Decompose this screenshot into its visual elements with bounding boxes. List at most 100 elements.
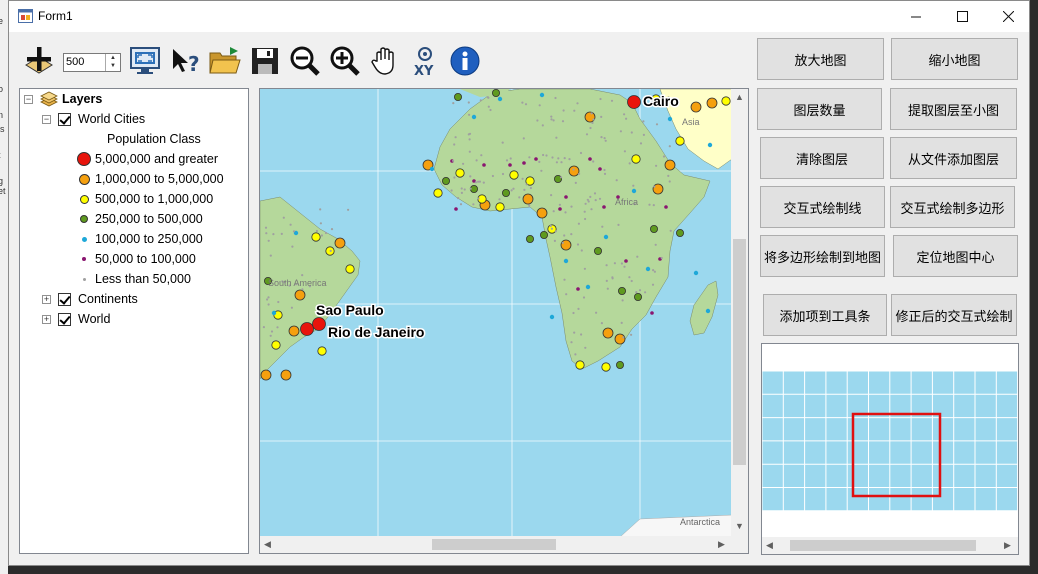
zoom-in-icon[interactable] [327, 43, 363, 79]
add-to-toolbar-button[interactable]: 添加项到工具条 [763, 294, 887, 336]
city-point [267, 239, 270, 242]
city-point [560, 176, 563, 179]
city-point [613, 262, 616, 265]
minimize-button[interactable] [893, 1, 939, 32]
legend-item: Less than 50,000 [76, 270, 191, 288]
add-layer-from-file-button[interactable]: 从文件添加图层 [890, 137, 1017, 179]
city-point [491, 89, 500, 97]
scroll-right-icon[interactable]: ▶ [718, 539, 725, 550]
save-icon[interactable] [247, 43, 283, 79]
whats-this-icon[interactable]: ? [167, 43, 203, 79]
city-point [636, 255, 639, 258]
layer-checkbox[interactable] [58, 292, 71, 306]
goto-xy-icon[interactable]: XY [407, 43, 443, 79]
overview-map[interactable]: ◀ ▶ [761, 343, 1019, 555]
map-vertical-scrollbar[interactable]: ▲ ▼ [731, 89, 748, 537]
city-point [536, 119, 539, 122]
city-point [554, 230, 557, 233]
city-point [433, 188, 443, 198]
city-point [570, 341, 573, 344]
city-point [472, 203, 475, 206]
scroll-down-icon[interactable]: ▼ [735, 521, 744, 531]
horizontal-scroll-thumb[interactable] [432, 539, 556, 550]
vertical-scroll-thumb[interactable] [733, 239, 746, 465]
city-point [271, 310, 277, 316]
overview-horizontal-scrollbar[interactable]: ◀ ▶ [762, 537, 1018, 554]
city-point [627, 95, 641, 109]
add-data-icon[interactable] [21, 43, 57, 79]
city-point [654, 243, 657, 246]
zoom-in-map-button[interactable]: 放大地图 [757, 38, 884, 80]
identify-icon[interactable] [447, 43, 483, 79]
draw-polygon-button[interactable]: 交互式绘制多边形 [890, 186, 1015, 228]
city-point [635, 291, 638, 294]
city-point [453, 143, 456, 146]
polygon-to-map-button[interactable]: 将多边形绘制到地图 [760, 235, 885, 277]
expand-icon[interactable]: + [42, 294, 51, 304]
zoom-spinner[interactable]: ▲ ▼ [105, 54, 120, 71]
city-point [668, 145, 671, 148]
map-canvas[interactable]: Africa Asia South America Antarctica Cai… [260, 89, 732, 537]
center-map-button[interactable]: 定位地图中心 [893, 235, 1018, 277]
city-point [498, 198, 501, 201]
zoom-out-map-button[interactable]: 缩小地图 [891, 38, 1018, 80]
city-point [264, 226, 268, 229]
overview-canvas[interactable] [762, 371, 1018, 511]
city-point [630, 333, 633, 336]
collapse-icon[interactable]: − [24, 94, 33, 104]
city-point [269, 254, 272, 257]
toc-layer-world-cities[interactable]: − World Cities [42, 110, 145, 128]
city-point [577, 307, 580, 310]
map-toolbar: 500 ▲ ▼ ? XY [9, 37, 489, 85]
extract-layer-button[interactable]: 提取图层至小图 [890, 88, 1017, 130]
toc-root-layers[interactable]: − Layers [24, 90, 102, 108]
table-of-contents: − Layers − World Cities Population Class… [19, 88, 249, 554]
overview-scroll-thumb[interactable] [790, 540, 976, 551]
scroll-up-icon[interactable]: ▲ [735, 92, 744, 102]
city-point [563, 258, 569, 264]
city-point [662, 155, 666, 158]
city-point [589, 126, 592, 130]
city-point [568, 158, 571, 161]
collapse-icon[interactable]: − [42, 114, 51, 124]
draw-line-button[interactable]: 交互式绘制线 [760, 186, 885, 228]
city-point [528, 204, 531, 207]
clear-layers-button[interactable]: 清除图层 [760, 137, 884, 179]
open-folder-icon[interactable] [207, 43, 243, 79]
zoom-scale-input[interactable]: 500 ▲ ▼ [63, 53, 121, 72]
city-point [602, 205, 606, 209]
close-button[interactable] [985, 1, 1031, 32]
city-point [594, 199, 597, 202]
scroll-left-icon[interactable]: ◀ [264, 539, 271, 550]
toc-layer-continents[interactable]: + Continents [42, 290, 138, 308]
layer-checkbox[interactable] [58, 112, 71, 126]
expand-icon[interactable]: + [42, 314, 51, 324]
full-extent-icon[interactable] [127, 43, 163, 79]
city-point [319, 222, 322, 225]
city-point [669, 229, 672, 232]
layer-checkbox[interactable] [58, 312, 71, 326]
city-point [563, 157, 566, 160]
city-point [453, 93, 462, 101]
scroll-left-icon[interactable]: ◀ [766, 540, 773, 551]
city-point [625, 117, 628, 120]
pan-hand-icon[interactable] [367, 43, 403, 79]
city-point [277, 300, 280, 304]
city-point [300, 322, 314, 336]
city-point [324, 231, 328, 235]
city-point [557, 157, 560, 160]
city-point [605, 279, 608, 282]
maximize-button[interactable] [939, 1, 985, 32]
scroll-right-icon[interactable]: ▶ [1004, 540, 1011, 551]
city-point [585, 284, 591, 290]
toc-layer-world[interactable]: + World [42, 310, 110, 328]
city-point [645, 266, 651, 272]
city-point [550, 115, 553, 118]
city-point [615, 179, 618, 182]
city-point [320, 234, 323, 237]
layer-count-button[interactable]: 图层数量 [757, 88, 882, 130]
map-horizontal-scrollbar[interactable]: ◀ ▶ [260, 536, 732, 553]
layers-icon [40, 91, 58, 107]
modified-draw-button[interactable]: 修正后的交互式绘制 [891, 294, 1017, 336]
zoom-out-icon[interactable] [287, 43, 323, 79]
